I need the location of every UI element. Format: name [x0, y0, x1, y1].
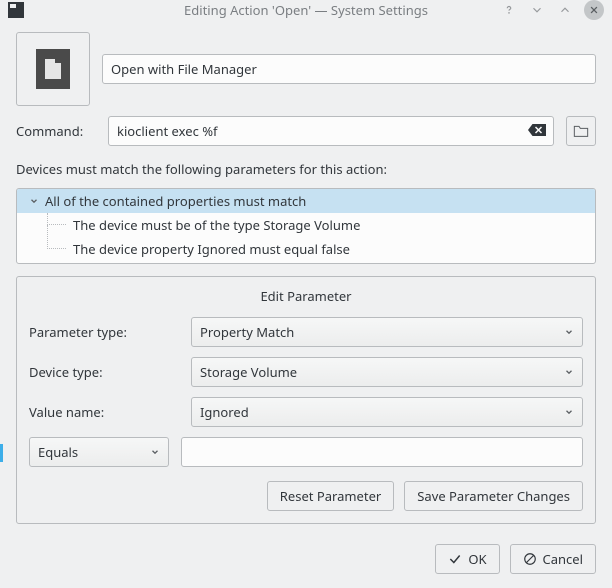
tree-child[interactable]: The device must be of the type Storage V…: [17, 213, 595, 237]
device-type-select[interactable]: Storage Volume: [191, 357, 583, 387]
param-type-select[interactable]: Property Match: [191, 317, 583, 347]
app-icon: [8, 2, 24, 18]
titlebar: Editing Action 'Open' — System Settings: [0, 0, 612, 20]
value-name-label: Value name:: [29, 403, 179, 421]
device-type-value: Storage Volume: [200, 363, 297, 381]
reset-parameter-label: Reset Parameter: [280, 487, 382, 505]
ok-label: OK: [468, 550, 486, 568]
command-input[interactable]: [108, 116, 554, 146]
param-type-label: Parameter type:: [29, 323, 179, 341]
value-name-select[interactable]: Ignored: [191, 397, 583, 427]
action-icon-button[interactable]: [16, 32, 90, 106]
command-label: Command:: [16, 122, 96, 140]
operator-value: Equals: [38, 443, 78, 461]
browse-button[interactable]: [566, 116, 596, 146]
tree-root[interactable]: All of the contained properties must mat…: [17, 189, 595, 213]
tree-child[interactable]: The device property Ignored must equal f…: [17, 237, 595, 261]
parameter-tree[interactable]: All of the contained properties must mat…: [16, 188, 596, 264]
clear-icon[interactable]: [528, 124, 546, 138]
chevron-down-icon: [564, 327, 574, 337]
maximize-icon[interactable]: [556, 1, 574, 19]
help-icon[interactable]: [500, 1, 518, 19]
chevron-down-icon: [150, 447, 160, 457]
device-type-label: Device type:: [29, 363, 179, 381]
cancel-button[interactable]: Cancel: [510, 544, 596, 574]
tree-root-label: All of the contained properties must mat…: [45, 192, 306, 210]
edit-parameter-group: Edit Parameter Parameter type: Property …: [16, 276, 596, 524]
reset-parameter-button[interactable]: Reset Parameter: [267, 481, 395, 511]
group-title: Edit Parameter: [29, 287, 583, 305]
cancel-label: Cancel: [543, 550, 583, 568]
save-parameter-label: Save Parameter Changes: [417, 487, 570, 505]
operator-select[interactable]: Equals: [29, 437, 169, 467]
ok-button[interactable]: OK: [435, 544, 499, 574]
document-icon: [36, 49, 70, 89]
param-type-value: Property Match: [200, 323, 294, 341]
chevron-down-icon: [564, 407, 574, 417]
close-button[interactable]: [584, 0, 604, 20]
minimize-icon[interactable]: [528, 1, 546, 19]
chevron-down-icon: [564, 367, 574, 377]
chevron-down-icon[interactable]: [27, 194, 41, 208]
instructions-text: Devices must match the following paramet…: [16, 160, 596, 178]
tree-child-label: The device property Ignored must equal f…: [73, 240, 350, 258]
save-parameter-button[interactable]: Save Parameter Changes: [404, 481, 583, 511]
tree-child-label: The device must be of the type Storage V…: [73, 216, 360, 234]
action-name-input[interactable]: [102, 54, 596, 84]
value-name-value: Ignored: [200, 403, 249, 421]
compare-value-input[interactable]: [181, 437, 583, 467]
